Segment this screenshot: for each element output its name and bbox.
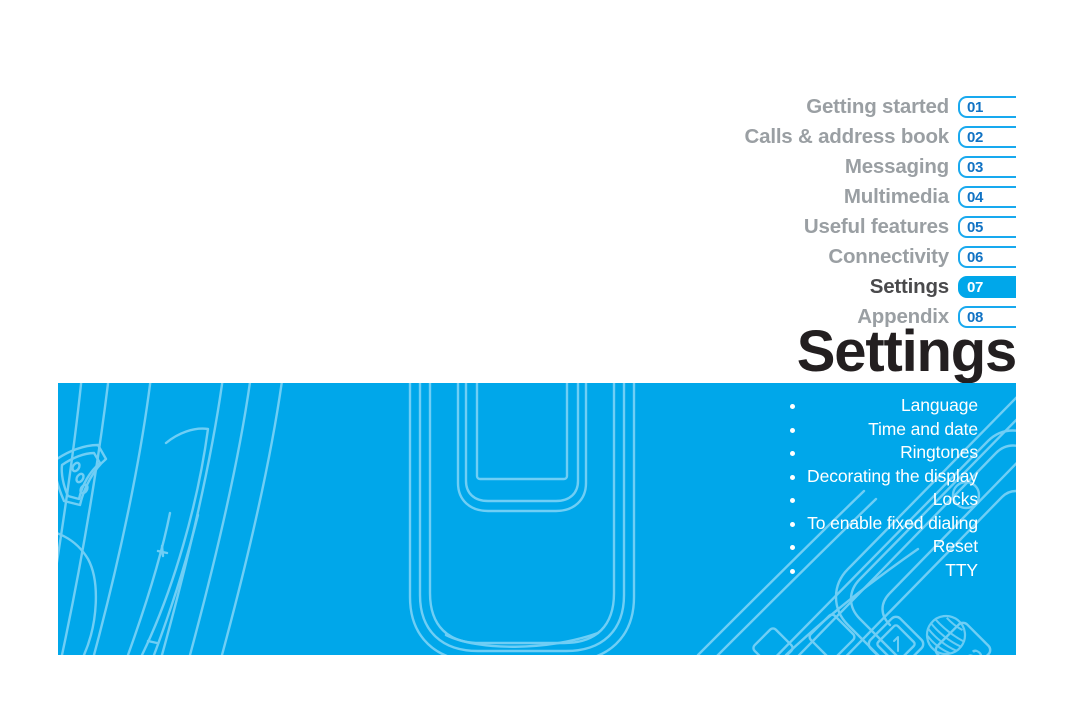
- chapter-index-item-03[interactable]: Messaging 03: [600, 152, 1016, 182]
- chapter-banner: at&t LanguageTime and dateRingtonesDecor…: [58, 383, 1016, 655]
- att-globe-icon: at&t: [918, 607, 1016, 655]
- chapter-index-tab[interactable]: 03: [958, 156, 1016, 178]
- chapter-index-number: 07: [967, 278, 984, 296]
- chapter-index-tab[interactable]: 01: [958, 96, 1016, 118]
- banner-topic: Language: [807, 394, 978, 418]
- chapter-index-number: 02: [967, 128, 984, 146]
- chapter-index-tab[interactable]: 07: [958, 276, 1016, 298]
- chapter-index-number: 05: [967, 218, 984, 236]
- chapter-index-item-04[interactable]: Multimedia 04: [600, 182, 1016, 212]
- chapter-index-number: 04: [967, 188, 984, 206]
- svg-text:at&t: at&t: [959, 639, 1016, 655]
- chapter-index-label: Connectivity: [828, 244, 949, 268]
- chapter-index-label: Calls & address book: [744, 124, 950, 148]
- chapter-index-label: Getting started: [806, 94, 949, 118]
- chapter-index-item-01[interactable]: Getting started 01: [600, 92, 1016, 122]
- chapter-index-label: Messaging: [844, 154, 949, 178]
- chapter-index-tab[interactable]: 04: [958, 186, 1016, 208]
- banner-topic: Reset: [807, 535, 978, 559]
- chapter-index-label: Settings: [869, 274, 949, 298]
- banner-topic: To enable fixed dialing: [807, 512, 978, 536]
- chapter-index-label: Useful features: [803, 214, 949, 238]
- chapter-index-tab[interactable]: 06: [958, 246, 1016, 268]
- chapter-index-tab[interactable]: 02: [958, 126, 1016, 148]
- banner-topic-list: LanguageTime and dateRingtonesDecorating…: [807, 394, 978, 582]
- chapter-index-item-05[interactable]: Useful features 05: [600, 212, 1016, 242]
- chapter-index: Getting started 01 Calls & address book 02 M…: [600, 92, 1016, 332]
- banner-topic: Ringtones: [807, 441, 978, 465]
- manual-chapter-divider-page: Getting started 01 Calls & address book 02 M…: [0, 0, 1080, 719]
- chapter-index-tab[interactable]: 05: [958, 216, 1016, 238]
- chapter-index-number: 06: [967, 248, 984, 266]
- chapter-index-item-06[interactable]: Connectivity 06: [600, 242, 1016, 272]
- page-title: Settings: [796, 319, 1017, 384]
- banner-topic: Decorating the display: [807, 465, 978, 489]
- banner-topic: Locks: [807, 488, 978, 512]
- banner-topic: TTY: [807, 559, 978, 583]
- chapter-index-number: 01: [967, 98, 984, 116]
- chapter-index-item-02[interactable]: Calls & address book 02: [600, 122, 1016, 152]
- chapter-index-number: 03: [967, 158, 984, 176]
- banner-topic: Time and date: [807, 418, 978, 442]
- chapter-index-label: Multimedia: [843, 184, 949, 208]
- chapter-index-item-07[interactable]: Settings 07: [600, 272, 1016, 302]
